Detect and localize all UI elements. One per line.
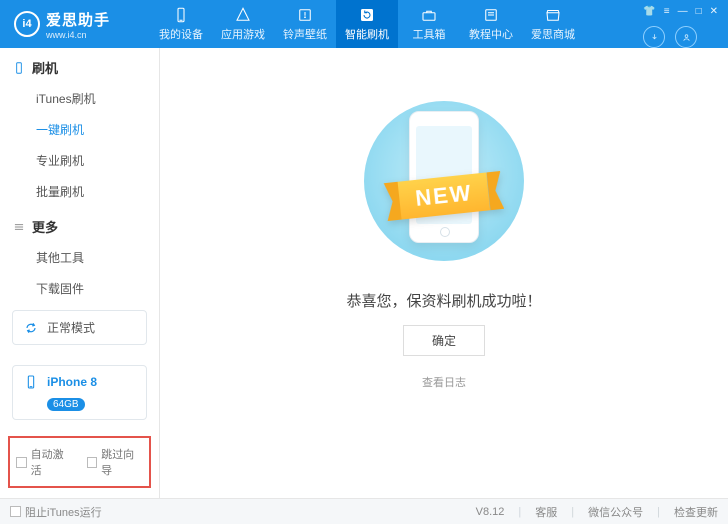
block-itunes-checkbox[interactable]: 阻止iTunes运行 [10, 504, 102, 520]
main-panel: ✦ ✦ ✦ ✦ NEW 恭喜您，保资料刷机成功啦！ 确定 查看日志 [160, 48, 728, 498]
sidebar-item-pro[interactable]: 专业刷机 [0, 145, 159, 176]
version-label: V8.12 [476, 506, 505, 518]
checkbox-box-icon [87, 457, 98, 468]
group-more[interactable]: 更多 [0, 207, 159, 242]
nav-label: 我的设备 [159, 26, 203, 42]
top-nav: 我的设备 应用游戏 铃声壁纸 智能刷机 工具箱 教程中心 [150, 0, 643, 48]
group-title: 更多 [32, 217, 58, 236]
status-label: 正常模式 [47, 319, 95, 336]
sidebar-item-onekey[interactable]: 一键刷机 [0, 114, 159, 145]
nav-label: 应用游戏 [221, 26, 265, 42]
phone-outline-icon [12, 61, 26, 75]
apps-icon [234, 6, 252, 24]
window-controls: 👕 ≡ — □ ✕ [643, 0, 728, 17]
check-update-link[interactable]: 检查更新 [674, 504, 718, 520]
wechat-link[interactable]: 微信公众号 [588, 504, 643, 520]
phone-icon [172, 6, 190, 24]
device-name: iPhone 8 [47, 375, 97, 389]
nav-apps[interactable]: 应用游戏 [212, 0, 274, 48]
refresh-icon [358, 6, 376, 24]
nav-mall[interactable]: 爱思商城 [522, 0, 584, 48]
nav-tutorial[interactable]: 教程中心 [460, 0, 522, 48]
device-capacity: 64GB [47, 398, 85, 411]
group-flash[interactable]: 刷机 [0, 48, 159, 83]
maximize-icon[interactable]: □ [696, 6, 702, 17]
nav-label: 铃声壁纸 [283, 26, 327, 42]
skip-guide-checkbox[interactable]: 跳过向导 [87, 446, 144, 478]
nav-toolbox[interactable]: 工具箱 [398, 0, 460, 48]
titlebar: i4 爱思助手 www.i4.cn 我的设备 应用游戏 铃声壁纸 智能刷机 [0, 0, 728, 48]
nav-label: 爱思商城 [531, 26, 575, 42]
support-link[interactable]: 客服 [535, 504, 557, 520]
sidebar-item-other[interactable]: 其他工具 [0, 242, 159, 273]
toolbox-icon [420, 6, 438, 24]
checkbox-box-icon [16, 457, 27, 468]
nav-label: 智能刷机 [345, 26, 389, 42]
statusbar: 阻止iTunes运行 V8.12 | 客服 | 微信公众号 | 检查更新 [0, 498, 728, 524]
nav-my-device[interactable]: 我的设备 [150, 0, 212, 48]
success-message: 恭喜您，保资料刷机成功啦！ [346, 290, 541, 311]
brand-name: 爱思助手 [46, 9, 110, 30]
book-icon [482, 6, 500, 24]
sidebar-item-itunes[interactable]: iTunes刷机 [0, 83, 159, 114]
brand: i4 爱思助手 www.i4.cn [0, 0, 150, 48]
brand-logo: i4 [14, 11, 40, 37]
checkbox-label: 自动激活 [31, 446, 73, 478]
sidebar-item-batch[interactable]: 批量刷机 [0, 176, 159, 207]
menu-lines-icon [12, 220, 26, 234]
brand-url: www.i4.cn [46, 30, 110, 40]
sidebar-item-firmware[interactable]: 下载固件 [0, 273, 159, 300]
checkbox-box-icon [10, 506, 21, 517]
minimize-icon[interactable]: — [678, 6, 688, 17]
download-button[interactable] [643, 26, 665, 48]
user-button[interactable] [675, 26, 697, 48]
sidebar: 刷机 iTunes刷机 一键刷机 专业刷机 批量刷机 更多 其他工具 下载固件 … [0, 48, 160, 498]
nav-label: 教程中心 [469, 26, 513, 42]
ok-button[interactable]: 确定 [403, 325, 485, 356]
view-log-link[interactable]: 查看日志 [422, 374, 466, 390]
device-card[interactable]: iPhone 8 64GB [12, 365, 147, 420]
close-icon[interactable]: ✕ [710, 6, 718, 17]
nav-label: 工具箱 [413, 26, 446, 42]
checkbox-label: 阻止iTunes运行 [25, 504, 102, 520]
store-icon [544, 6, 562, 24]
menu-icon[interactable]: ≡ [664, 6, 670, 17]
theme-icon[interactable]: 👕 [643, 6, 655, 17]
sync-icon [23, 320, 39, 336]
nav-flash[interactable]: 智能刷机 [336, 0, 398, 48]
ringtone-icon [296, 6, 314, 24]
post-flash-options: 自动激活 跳过向导 [8, 436, 151, 488]
group-title: 刷机 [32, 58, 58, 77]
checkbox-label: 跳过向导 [101, 446, 143, 478]
status-card[interactable]: 正常模式 [12, 310, 147, 345]
device-phone-icon [23, 374, 39, 390]
nav-ringtone[interactable]: 铃声壁纸 [274, 0, 336, 48]
auto-activate-checkbox[interactable]: 自动激活 [16, 446, 73, 478]
success-illustration: ✦ ✦ ✦ ✦ NEW [324, 86, 564, 276]
